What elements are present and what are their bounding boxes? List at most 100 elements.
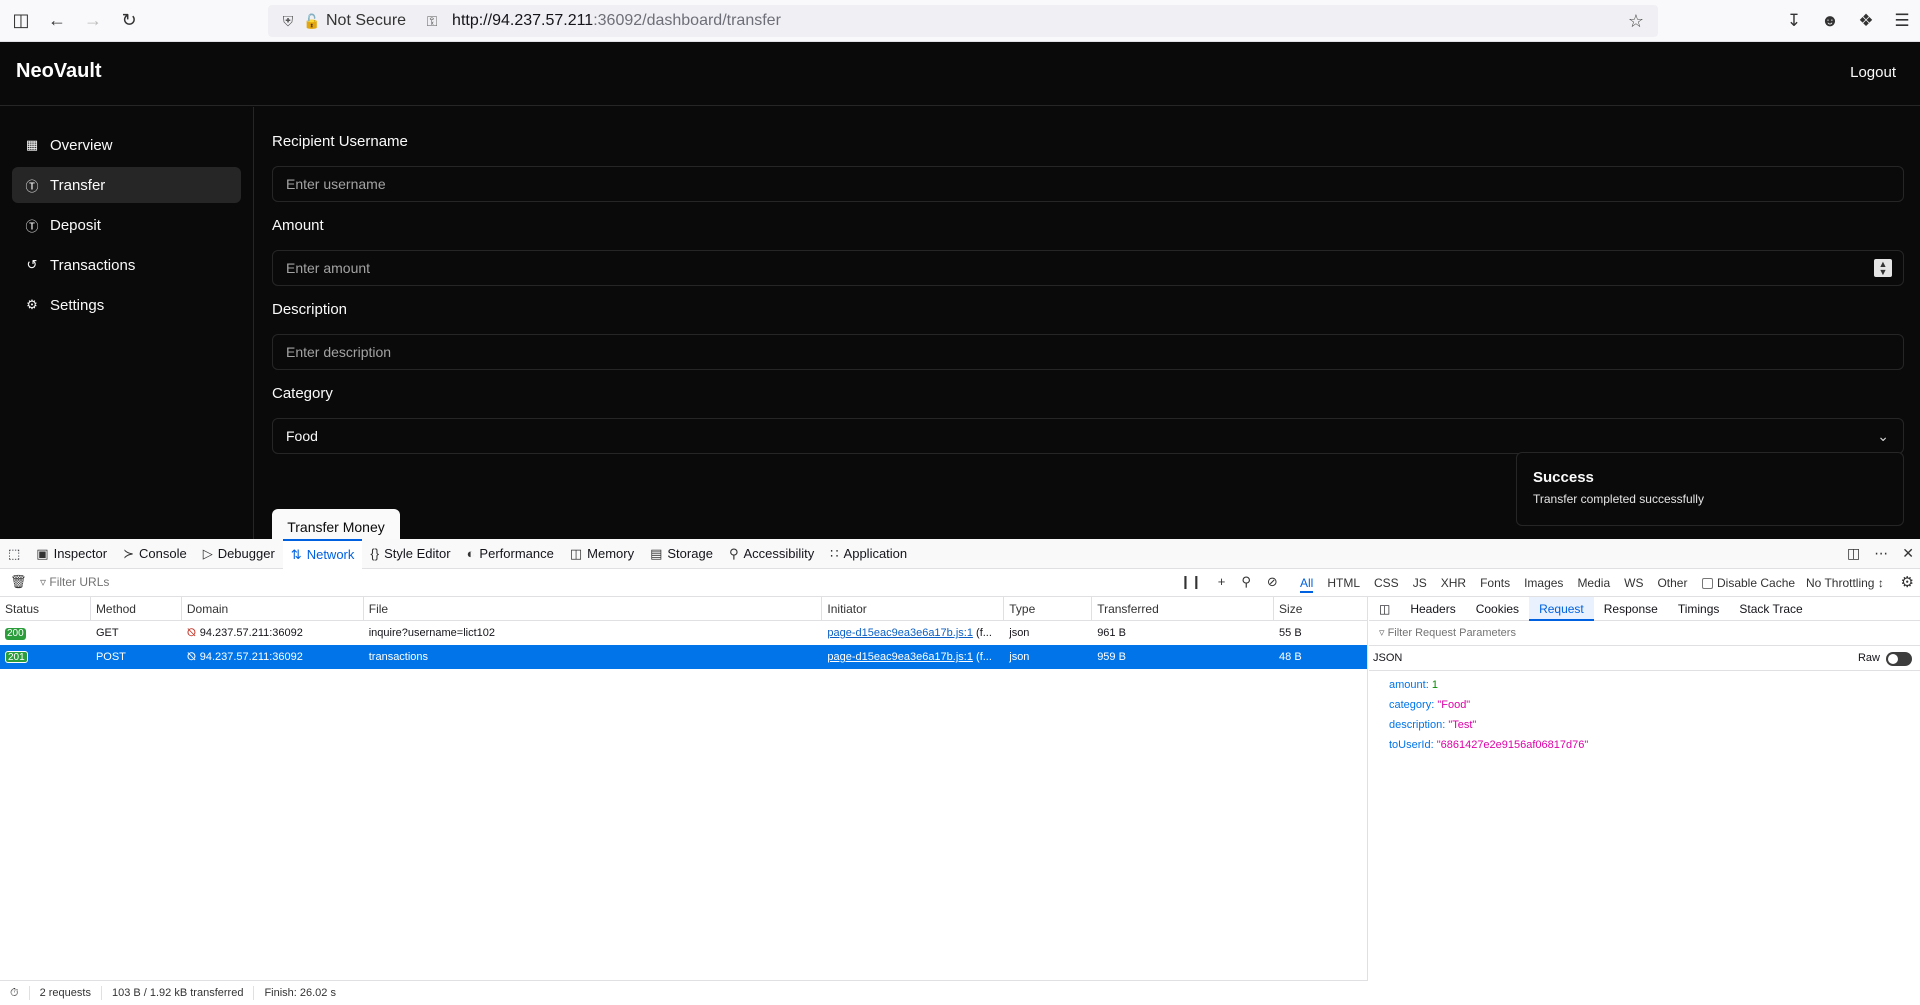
filter-css[interactable]: CSS (1374, 576, 1399, 593)
close-icon[interactable]: ✕ (1902, 545, 1914, 562)
tab-application[interactable]: ∷ Application (822, 539, 915, 569)
raw-toggle[interactable]: Raw (1858, 646, 1912, 671)
column-transferred[interactable]: Transferred (1092, 597, 1275, 621)
memory-icon: ◫ (569, 545, 583, 561)
amount-field-wrap: ▲▼ (272, 250, 1904, 286)
request-initiator[interactable]: page-d15eac9ea3e6a17b.js:1 (f... (822, 645, 1004, 669)
trash-icon[interactable]: 🗑 (10, 574, 27, 590)
filter-media[interactable]: Media (1577, 576, 1610, 593)
sidebar-item-label: Transfer (50, 176, 106, 194)
recipient-input[interactable] (272, 166, 1904, 202)
description-input[interactable] (272, 334, 1904, 370)
request-file: transactions (368, 651, 429, 663)
json-row: description: "Test" (1389, 719, 1477, 731)
tab-timings[interactable]: Timings (1668, 597, 1730, 621)
tab-request[interactable]: Request (1529, 596, 1594, 621)
insecure-icon: ⦰ (186, 651, 196, 663)
tab-console[interactable]: ≻ Console (115, 539, 195, 569)
column-size[interactable]: Size (1274, 597, 1367, 621)
sidebar-item-deposit[interactable]: Ⓣ Deposit (12, 207, 241, 243)
more-options-icon[interactable]: ⋯ (1874, 545, 1888, 562)
sidebar: ▦ Overview Ⓣ Transfer Ⓣ Deposit ↺ Transa… (0, 107, 254, 539)
block-icon[interactable]: ⊘ (1267, 574, 1278, 590)
forward-icon[interactable]: → (78, 6, 108, 36)
plus-icon[interactable]: + (1218, 574, 1226, 590)
tab-debugger[interactable]: ▷ Debugger (195, 539, 283, 569)
filter-ws[interactable]: WS (1624, 576, 1643, 593)
table-row[interactable]: 200 GET ⦰ 94.237.57.211:36092 inquire?use… (0, 621, 1367, 645)
success-toast: Success Transfer completed successfully (1516, 452, 1904, 526)
account-icon[interactable]: ☻ (1812, 6, 1848, 36)
insecure-lock-icon[interactable]: 🔓 (300, 13, 324, 30)
grid-icon: ∷ (830, 545, 839, 561)
back-icon[interactable]: ← (42, 6, 72, 36)
gear-icon: ⚙ (26, 297, 38, 312)
filter-images[interactable]: Images (1524, 576, 1563, 593)
dock-icon[interactable]: ◫ (1847, 545, 1860, 562)
filter-other[interactable]: Other (1657, 576, 1687, 593)
tab-response[interactable]: Response (1594, 597, 1668, 621)
tab-style-editor[interactable]: {} Style Editor (362, 539, 458, 569)
toggle-panel-icon[interactable]: ◫ (1369, 597, 1400, 621)
download-icon[interactable]: ↧ (1776, 6, 1812, 36)
address-bar[interactable]: ⛨ 🔓 Not Secure ⚿ http://94.237.57.211:36… (268, 5, 1658, 37)
reload-icon[interactable]: ↻ (114, 6, 144, 36)
sidebar-item-label: Transactions (50, 256, 136, 274)
filter-urls-input[interactable]: ▿ Filter URLs (40, 575, 109, 589)
filter-html[interactable]: HTML (1327, 576, 1360, 593)
logout-button[interactable]: Logout (1850, 64, 1896, 81)
bookmark-star-icon[interactable]: ☆ (1628, 11, 1644, 32)
request-initiator[interactable]: page-d15eac9ea3e6a17b.js:1 (f... (822, 621, 1004, 645)
filter-fonts[interactable]: Fonts (1480, 576, 1510, 593)
column-file[interactable]: File (364, 597, 823, 621)
tab-inspector[interactable]: ▣ Inspector (28, 539, 115, 569)
throttling-select[interactable]: No Throttling ↕ (1806, 576, 1884, 590)
number-spinner-icon[interactable]: ▲ ▼ (1874, 259, 1892, 277)
status-badge: 200 (5, 628, 26, 640)
sidebar-toggle-icon[interactable]: ◫ (6, 6, 36, 36)
element-picker-icon[interactable]: ⬚ (0, 539, 28, 569)
filter-all[interactable]: All (1300, 576, 1314, 593)
key-icon[interactable]: ⚿ (420, 13, 444, 30)
column-type[interactable]: Type (1004, 597, 1093, 621)
sidebar-item-transactions[interactable]: ↺ Transactions (12, 247, 241, 283)
category-label: Category (272, 385, 333, 402)
description-label: Description (272, 301, 348, 318)
type-filters: All HTML CSS JS XHR Fonts Images Media W… (1300, 576, 1687, 593)
column-status[interactable]: Status (0, 597, 91, 621)
request-type: json (1009, 651, 1030, 663)
amount-input[interactable] (272, 250, 1904, 286)
column-domain[interactable]: Domain (182, 597, 364, 621)
tab-memory[interactable]: ◫ Memory (562, 539, 642, 569)
filter-params-input[interactable]: ▿ Filter Request Parameters (1369, 621, 1920, 646)
filter-xhr[interactable]: XHR (1441, 576, 1466, 593)
menu-icon[interactable]: ☰ (1884, 6, 1920, 36)
pause-icon[interactable]: ❙❙ (1180, 574, 1202, 590)
column-method[interactable]: Method (91, 597, 182, 621)
url-text[interactable]: http://94.237.57.211:36092/dashboard/tra… (452, 12, 781, 30)
shield-icon[interactable]: ⛨ (276, 13, 300, 30)
category-select[interactable]: Food ⌄ (272, 418, 1904, 454)
filter-js[interactable]: JS (1413, 576, 1427, 593)
disable-cache-checkbox[interactable]: Disable Cache (1702, 576, 1795, 590)
tab-stack-trace[interactable]: Stack Trace (1729, 597, 1812, 621)
tab-headers[interactable]: Headers (1400, 597, 1465, 621)
tab-storage[interactable]: ▤ Storage (642, 539, 721, 569)
braces-icon: {} (370, 546, 380, 561)
dollar-circle-icon: Ⓣ (25, 178, 39, 194)
tab-cookies[interactable]: Cookies (1466, 597, 1529, 621)
tab-performance[interactable]: ◐ Performance (459, 539, 562, 569)
table-row[interactable]: 201 POST ⦰ 94.237.57.211:36092 transactio… (0, 645, 1367, 669)
not-secure-label[interactable]: Not Secure (326, 12, 406, 30)
sidebar-item-settings[interactable]: ⚙ Settings (12, 287, 241, 323)
tab-accessibility[interactable]: ⚲ Accessibility (721, 539, 822, 569)
grid-icon: ▦ (25, 137, 39, 152)
column-initiator[interactable]: Initiator (822, 597, 1005, 621)
search-icon[interactable]: ⚲ (1241, 574, 1251, 590)
accessibility-icon: ⚲ (728, 545, 739, 561)
sidebar-item-overview[interactable]: ▦ Overview (12, 127, 241, 163)
gear-icon[interactable]: ⚙ (1901, 573, 1914, 591)
sidebar-item-transfer[interactable]: Ⓣ Transfer (12, 167, 241, 203)
extensions-icon[interactable]: ❖ (1848, 6, 1884, 36)
tab-network[interactable]: ⇅ Network (282, 538, 363, 569)
